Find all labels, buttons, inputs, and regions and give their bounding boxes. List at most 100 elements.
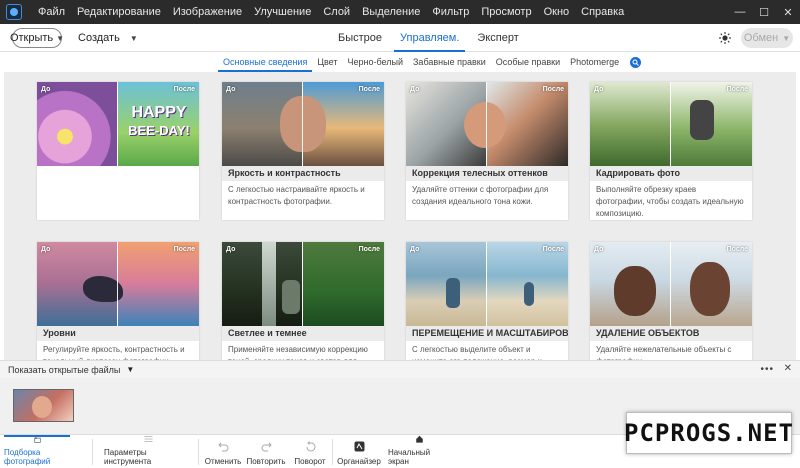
maximize-button[interactable]: ☐ xyxy=(752,0,776,24)
chevron-down-icon: ▼ xyxy=(129,33,138,43)
guided-category-tabs: Основные сведения Цвет Черно-белый Забав… xyxy=(0,52,800,72)
guided-card-lighten-darken[interactable]: До После Светлее и темнее Применяйте нез… xyxy=(222,242,384,360)
show-open-files-dropdown[interactable]: Показать открытые файлы xyxy=(8,365,120,375)
redo-button[interactable]: Повторить xyxy=(246,435,286,468)
tab-quick[interactable]: Быстрое xyxy=(332,24,388,52)
chevron-down-icon: ▼ xyxy=(56,33,65,43)
redo-icon xyxy=(261,442,272,452)
chevron-down-icon: ▼ xyxy=(782,33,791,43)
open-button[interactable]: Открыть ▼ xyxy=(9,28,65,48)
share-button[interactable]: Обмен ▼ xyxy=(741,28,793,48)
sun-icon[interactable] xyxy=(719,32,731,44)
subtab-special-edits[interactable]: Особые правки xyxy=(491,52,565,72)
guided-card-remove-objects[interactable]: До После УДАЛЕНИЕ ОБЪЕКТОВ Удаляйте неже… xyxy=(590,242,752,360)
guided-card-skin-tone[interactable]: До После Коррекция телесных оттенков Уда… xyxy=(406,82,568,220)
card-description: Удаляйте нежелательные объекты с фотогра… xyxy=(596,345,732,360)
after-label: После xyxy=(726,86,748,93)
guided-card-crop[interactable]: До После Кадрировать фото Выполняйте обр… xyxy=(590,82,752,220)
chevron-down-icon[interactable]: ▼ xyxy=(126,365,134,374)
undo-button[interactable]: Отменить xyxy=(202,435,244,468)
card-description: Выполняйте обрезку краев фотографии, что… xyxy=(596,185,744,218)
undo-icon xyxy=(217,442,228,452)
guided-card-levels[interactable]: До После Уровни Регулируйте яркость, кон… xyxy=(37,242,199,360)
tool-options-label: Параметры инструмента xyxy=(104,448,152,466)
guided-card-brightness-contrast[interactable]: До После Яркость и контрастность С легко… xyxy=(222,82,384,220)
card-preview-image: До После xyxy=(222,242,384,326)
guided-card[interactable]: HAPPY BEE-DAY! До После xyxy=(37,82,199,220)
more-options-icon[interactable]: ••• xyxy=(760,364,774,375)
organizer-label: Органайзер xyxy=(337,457,381,466)
menu-image[interactable]: Изображение xyxy=(167,6,248,18)
menu-filter[interactable]: Фильтр xyxy=(426,6,475,18)
mode-tabs: Быстрое Управляем. Эксперт xyxy=(332,24,531,52)
home-screen-label: Начальный экран xyxy=(388,448,431,466)
subtab-color[interactable]: Цвет xyxy=(312,52,342,72)
card-title: Коррекция телесных оттенков xyxy=(406,166,568,181)
subtab-fun-edits[interactable]: Забавные правки xyxy=(408,52,491,72)
home-screen-button[interactable]: Начальный экран xyxy=(388,435,450,468)
before-label: До xyxy=(226,86,236,93)
menu-file[interactable]: Файл xyxy=(32,6,71,18)
card-preview-image: До После xyxy=(222,82,384,166)
window-controls: — ☐ ✕ xyxy=(728,0,800,24)
card-title: Кадрировать фото xyxy=(590,166,752,181)
after-label: После xyxy=(542,86,564,93)
card-title: ПЕРЕМЕЩЕНИЕ И МАСШТАБИРОВА... xyxy=(406,326,568,341)
create-button[interactable]: Создать ▼ xyxy=(78,28,138,48)
after-label: После xyxy=(358,246,380,253)
card-preview-image: До После xyxy=(37,242,199,326)
menu-window[interactable]: Окно xyxy=(538,6,576,18)
card-preview-image: HAPPY BEE-DAY! До После xyxy=(37,82,199,166)
before-label: До xyxy=(41,86,51,93)
search-icon[interactable] xyxy=(630,56,642,68)
before-label: До xyxy=(41,246,51,253)
redo-label: Повторить xyxy=(246,457,286,466)
tab-guided[interactable]: Управляем. xyxy=(394,24,466,52)
menu-select[interactable]: Выделение xyxy=(356,6,426,18)
organizer-icon xyxy=(354,441,364,452)
menu-enhance[interactable]: Улучшение xyxy=(248,6,317,18)
before-label: До xyxy=(226,246,236,253)
after-label: После xyxy=(173,86,195,93)
subtab-basics[interactable]: Основные сведения xyxy=(218,52,313,72)
card-title: УДАЛЕНИЕ ОБЪЕКТОВ xyxy=(590,326,752,341)
guided-card-move-scale[interactable]: До После ПЕРЕМЕЩЕНИЕ И МАСШТАБИРОВА... С… xyxy=(406,242,568,360)
tool-options-button[interactable]: Параметры инструмента xyxy=(104,435,192,468)
watermark: PCPROGS.NET xyxy=(624,412,793,454)
menu-layer[interactable]: Слой xyxy=(317,6,356,18)
menu-help[interactable]: Справка xyxy=(575,6,630,18)
home-icon xyxy=(415,435,423,443)
card-description: Регулируйте яркость, контрастность и тон… xyxy=(43,345,185,360)
close-icon[interactable]: ✕ xyxy=(784,363,792,374)
card-preview-image: До После xyxy=(590,82,752,166)
organizer-button[interactable]: Органайзер xyxy=(336,435,382,468)
menu-view[interactable]: Просмотр xyxy=(475,6,537,18)
minimize-button[interactable]: — xyxy=(728,0,752,24)
photo-bin-button[interactable]: Подборка фотографий xyxy=(4,435,70,468)
subtab-bw[interactable]: Черно-белый xyxy=(343,52,409,72)
subtab-photomerge[interactable]: Photomerge xyxy=(565,52,624,72)
main-menu: Файл Редактирование Изображение Улучшени… xyxy=(32,6,630,18)
share-button-label: Обмен xyxy=(743,32,779,44)
card-title: Уровни xyxy=(37,326,199,341)
after-label: После xyxy=(358,86,380,93)
card-description: С легкостью выделите объект и измените е… xyxy=(412,345,542,360)
tab-expert[interactable]: Эксперт xyxy=(471,24,524,52)
create-button-label: Создать xyxy=(78,32,120,44)
before-label: До xyxy=(594,246,604,253)
menu-edit[interactable]: Редактирование xyxy=(71,6,167,18)
happy-text: HAPPY xyxy=(131,104,187,121)
undo-label: Отменить xyxy=(204,457,242,466)
rotate-button[interactable]: Поворот xyxy=(292,435,328,468)
before-label: До xyxy=(410,86,420,93)
card-description: Применяйте независимую коррекцию теней, … xyxy=(228,345,368,360)
card-preview-image: До После xyxy=(590,242,752,326)
close-button[interactable]: ✕ xyxy=(776,0,800,24)
card-description: С легкостью настраивайте яркость и контр… xyxy=(228,185,365,206)
top-toolbar: Открыть ▼ Создать ▼ Быстрое Управляем. Э… xyxy=(0,24,800,52)
menu-bar: Файл Редактирование Изображение Улучшени… xyxy=(0,0,800,24)
open-button-label: Открыть xyxy=(9,32,54,44)
photo-bin-icon xyxy=(34,437,40,443)
app-logo-icon xyxy=(6,4,22,20)
open-file-thumbnail[interactable] xyxy=(13,389,74,422)
